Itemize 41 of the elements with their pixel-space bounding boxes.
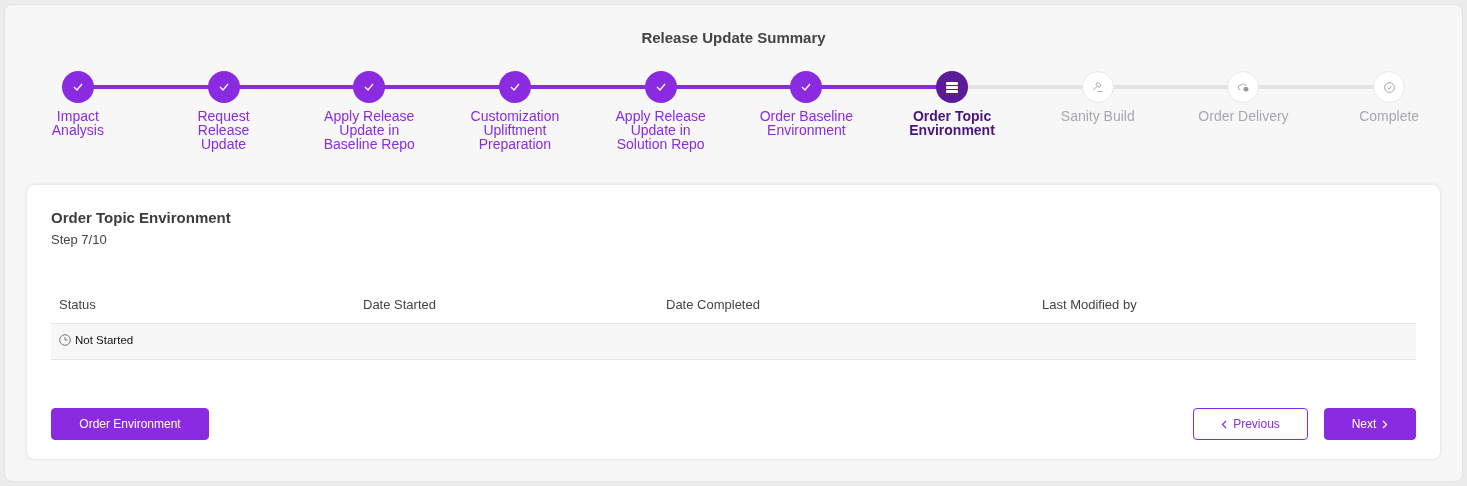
column-header: Status xyxy=(51,287,355,323)
check-icon xyxy=(72,83,83,91)
check-icon xyxy=(364,83,375,91)
next-button[interactable]: Next xyxy=(1324,408,1416,441)
step-marker[interactable] xyxy=(644,71,677,103)
clock-icon xyxy=(59,334,71,347)
step-marker[interactable] xyxy=(790,71,823,103)
step-marker[interactable] xyxy=(1081,71,1114,103)
check-icon xyxy=(218,83,229,91)
step-marker[interactable] xyxy=(353,71,386,103)
step-marker[interactable] xyxy=(207,71,240,103)
step-label[interactable]: Apply Release Update in Solution Repo xyxy=(612,109,709,151)
step-marker[interactable] xyxy=(1373,71,1406,103)
card-title: Order Topic Environment xyxy=(51,208,232,228)
step-counter: Step 7/10 xyxy=(51,230,108,249)
hammer-icon xyxy=(1091,80,1105,94)
check-icon xyxy=(801,83,812,91)
order-environment-button[interactable]: Order Environment xyxy=(51,408,209,441)
check-icon xyxy=(655,83,666,91)
step-marker[interactable] xyxy=(498,71,531,103)
chevron-left-icon xyxy=(1221,419,1228,429)
step-marker[interactable] xyxy=(1227,71,1260,103)
page-title: Release Update Summary xyxy=(640,28,827,48)
server-icon xyxy=(946,81,959,93)
cloud-icon xyxy=(1236,80,1250,94)
column-header: Last Modified by xyxy=(1034,287,1416,323)
step-label[interactable]: Request Release Update xyxy=(175,109,272,151)
column-header: Date Started xyxy=(355,287,658,323)
previous-button[interactable]: Previous xyxy=(1193,408,1308,441)
step-marker[interactable] xyxy=(936,71,969,103)
step-label[interactable]: Order Baseline Environment xyxy=(758,109,855,137)
step-label[interactable]: Customization Upliftment Preparation xyxy=(466,109,563,151)
chevron-right-icon xyxy=(1382,419,1389,429)
step-label[interactable]: Apply Release Update in Baseline Repo xyxy=(321,109,418,151)
check-circle-icon xyxy=(1382,80,1396,94)
step-label[interactable]: Impact Analysis xyxy=(29,109,126,137)
check-icon xyxy=(509,83,520,91)
step-marker[interactable] xyxy=(61,71,94,103)
status-text: Not Started xyxy=(59,331,134,349)
column-header: Date Completed xyxy=(658,287,1034,323)
step-label[interactable]: Order Topic Environment xyxy=(904,109,1001,137)
